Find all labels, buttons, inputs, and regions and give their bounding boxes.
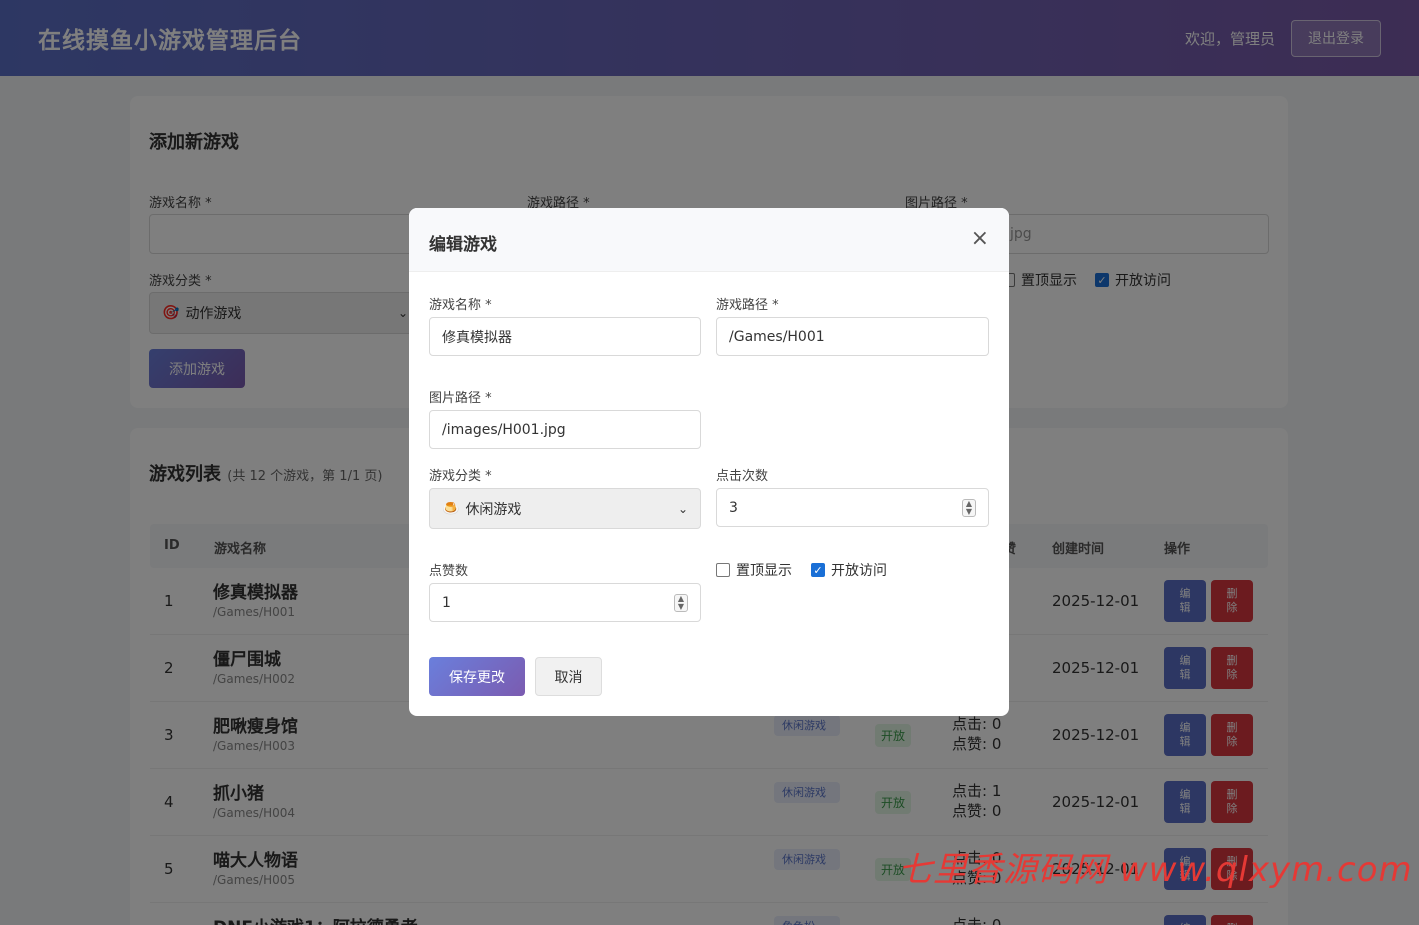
edit-category-select[interactable]: 🍮 休闲游戏 ⌄ [429,488,701,529]
save-button[interactable]: 保存更改 [429,657,525,696]
checkbox-icon[interactable] [716,563,730,577]
edit-open-label: 开放访问 [831,563,887,579]
watermark: 七里香源码网 www.qlxym.com [898,850,1413,890]
edit-likes-input[interactable]: 1 ▲ ▼ [429,583,701,622]
edit-game-modal: 编辑游戏 × 游戏名称 * 修真模拟器 游戏路径 * /Games/H001 图… [409,208,1009,716]
edit-category-value: 休闲游戏 [465,501,522,518]
edit-likes-label: 点赞数 [429,564,469,579]
close-icon[interactable]: × [971,228,989,250]
stepper-icon[interactable]: ▲ ▼ [674,593,688,612]
edit-path-label: 游戏路径 * [716,298,779,313]
modal-title: 编辑游戏 [429,235,497,255]
pudding-icon: 🍮 [442,500,460,517]
edit-likes-value: 1 [442,594,451,611]
edit-category-label: 游戏分类 * [429,469,492,484]
edit-top-checkbox[interactable]: 置顶显示 [716,560,792,580]
edit-image-input[interactable]: /images/H001.jpg [429,410,701,449]
modal-header: 编辑游戏 × [409,208,1009,272]
edit-image-value: /images/H001.jpg [442,421,566,438]
edit-top-label: 置顶显示 [736,563,792,579]
checkbox-checked-icon[interactable]: ✓ [811,563,825,577]
stepper-icon[interactable]: ▲ ▼ [962,498,976,517]
edit-path-value: /Games/H001 [729,328,825,345]
cancel-button[interactable]: 取消 [535,657,602,696]
edit-name-label: 游戏名称 * [429,298,492,313]
edit-clicks-value: 3 [729,499,738,516]
edit-clicks-label: 点击次数 [716,469,769,484]
edit-image-label: 图片路径 * [429,391,492,406]
edit-open-checkbox[interactable]: ✓ 开放访问 [811,560,887,580]
edit-path-input[interactable]: /Games/H001 [716,317,989,356]
edit-name-value: 修真模拟器 [442,329,512,346]
chevron-down-icon: ⌄ [677,501,688,516]
edit-clicks-input[interactable]: 3 ▲ ▼ [716,488,989,527]
edit-name-input[interactable]: 修真模拟器 [429,317,701,356]
